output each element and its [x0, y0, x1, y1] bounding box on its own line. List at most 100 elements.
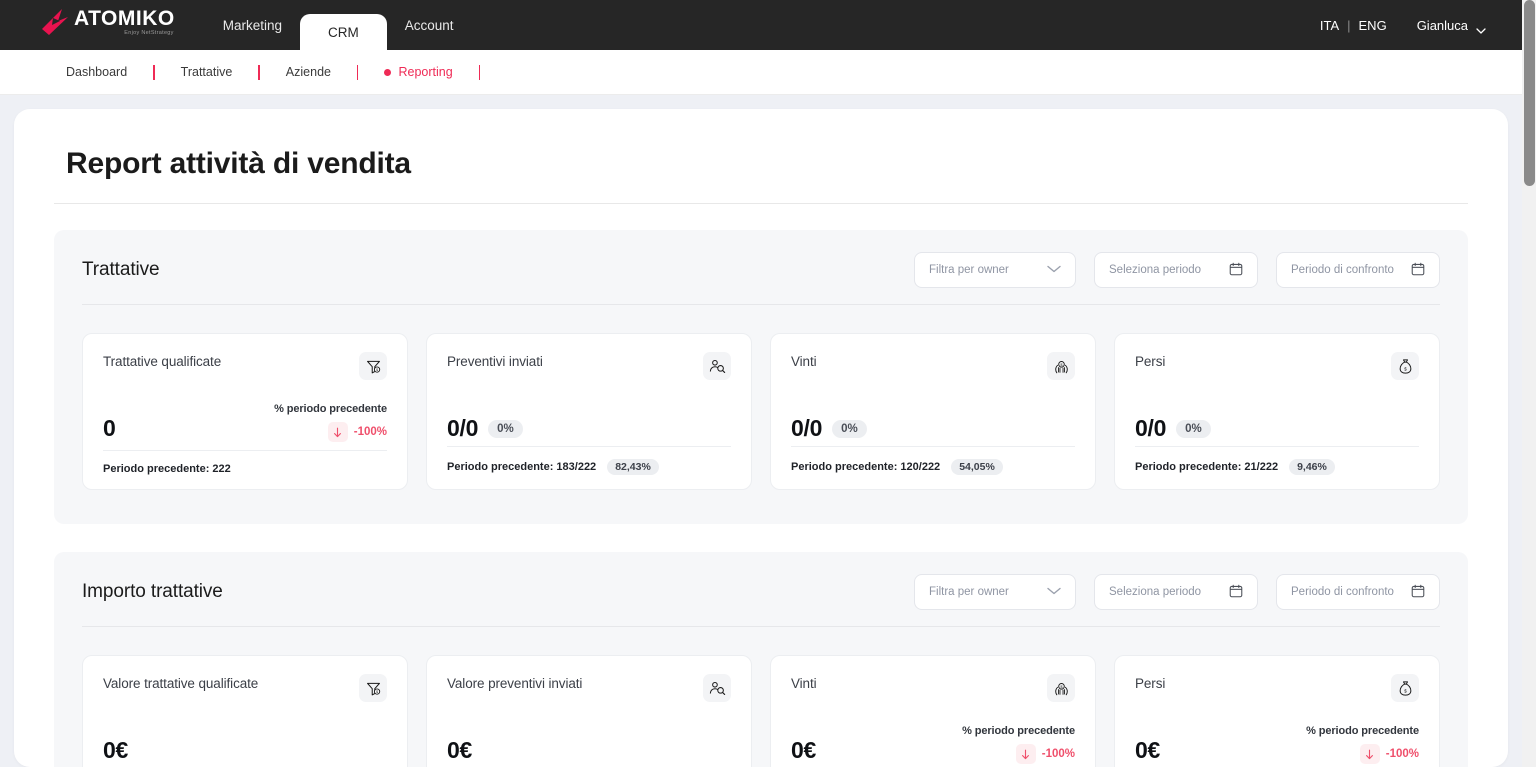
header-right-controls: ITA | ENG Gianluca: [1314, 0, 1486, 50]
kpi-value-row: 0/00%: [447, 415, 523, 442]
chevron-down-icon: [1047, 264, 1061, 276]
kpi-previous-period-pill: 9,46%: [1289, 459, 1335, 475]
kpi-previous-period-pill: 82,43%: [607, 459, 659, 475]
subnav-item-aziende[interactable]: Aziende: [260, 65, 357, 79]
hands-money-icon: $: [1047, 674, 1075, 702]
tab-marketing[interactable]: Marketing: [205, 0, 300, 50]
owner-filter-placeholder: Filtra per owner: [929, 586, 1009, 598]
calendar-icon: [1229, 262, 1243, 279]
kpi-card: Preventivi inviati0/00%Periodo precedent…: [426, 333, 752, 490]
chevron-down-icon: [1476, 22, 1486, 28]
brand-name: ATOMIKO: [74, 8, 175, 29]
kpi-value-row: 0/0 0%: [791, 415, 867, 442]
owner-filter-select[interactable]: Filtra per owner: [914, 252, 1076, 288]
kpi-card: Vinti$ 0€ % periodo precedente -100%: [770, 655, 1096, 767]
period-picker[interactable]: Seleziona periodo: [1094, 252, 1258, 288]
kpi-value: 0/0: [791, 415, 822, 442]
scrollbar-thumb[interactable]: [1524, 0, 1535, 186]
section-header: Importo trattativeFiltra per ownerSelezi…: [82, 574, 1440, 627]
svg-text:$: $: [1404, 688, 1407, 694]
language-ita[interactable]: ITA: [1314, 18, 1345, 33]
kpi-previous-period: Periodo precedente: 21/222: [1135, 461, 1278, 473]
top-navigation-bar: ATOMIKO Enjoy NetStrategy Marketing CRM …: [0, 0, 1522, 50]
kpi-card-label: Vinti: [791, 352, 817, 369]
subnav-label: Aziende: [286, 65, 331, 79]
kpi-delta-label: % periodo precedente: [962, 725, 1075, 737]
atomiko-arrow-icon: [40, 8, 70, 36]
language-separator: |: [1345, 18, 1352, 33]
kpi-delta-row: -100%: [962, 744, 1075, 764]
kpi-card-body: 0 % periodo precedente-100%: [103, 400, 387, 442]
kpi-value-row: 0€: [1135, 737, 1160, 764]
language-eng[interactable]: ENG: [1353, 18, 1393, 33]
kpi-value-row: 0: [103, 415, 116, 442]
subnav-item-dashboard[interactable]: Dashboard: [52, 65, 153, 79]
user-menu[interactable]: Gianluca: [1417, 18, 1486, 33]
funnel-money-icon: $: [359, 352, 387, 380]
kpi-card-header: Trattative qualificate $: [103, 352, 387, 380]
kpi-card-header: Valore preventivi inviati: [447, 674, 731, 702]
kpi-card-label: Valore preventivi inviati: [447, 674, 582, 691]
calendar-icon: [1411, 262, 1425, 279]
kpi-card-header: Valore trattative qualificate$: [103, 674, 387, 702]
brand-logo[interactable]: ATOMIKO Enjoy NetStrategy: [40, 0, 175, 50]
kpi-value: 0€: [791, 737, 816, 764]
compare-period-picker[interactable]: Periodo di confronto: [1276, 574, 1440, 610]
app-viewport: ATOMIKO Enjoy NetStrategy Marketing CRM …: [0, 0, 1536, 767]
kpi-card-label: Persi: [1135, 352, 1165, 369]
page-title: Report attività di vendita: [54, 135, 1468, 203]
compare-period-placeholder: Periodo di confronto: [1291, 586, 1394, 598]
kpi-card-label: Valore trattative qualificate: [103, 674, 258, 691]
subnav-item-trattative[interactable]: Trattative: [155, 65, 259, 79]
kpi-card-label: Persi: [1135, 674, 1165, 691]
subnav-label: Reporting: [398, 65, 452, 79]
kpi-value-pill: 0%: [488, 420, 523, 438]
page-background: Report attività di vendita TrattativeFil…: [0, 95, 1522, 767]
kpi-card-footer: Periodo precedente: 222: [103, 451, 387, 475]
kpi-card: Trattative qualificate $0 % periodo preced…: [82, 333, 408, 490]
owner-filter-select[interactable]: Filtra per owner: [914, 574, 1076, 610]
kpi-card-body: 0€: [103, 722, 387, 764]
kpi-card-body: 0/00%: [1135, 400, 1419, 442]
tab-crm[interactable]: CRM: [300, 14, 387, 50]
section-filters: Filtra per owner Seleziona periodo Periodo…: [914, 574, 1440, 610]
subnav-label: Trattative: [181, 65, 233, 79]
period-picker-placeholder: Seleziona periodo: [1109, 264, 1201, 276]
kpi-delta-block: % periodo precedente-100%: [274, 403, 387, 442]
kpi-card-body: 0/00%: [447, 400, 731, 442]
kpi-card: Valore trattative qualificate$ 0€: [82, 655, 408, 767]
main-tabs: Marketing CRM Account: [205, 0, 472, 50]
compare-period-picker[interactable]: Periodo di confronto: [1276, 252, 1440, 288]
svg-text:$: $: [1060, 683, 1063, 688]
kpi-card: Vinti$0/00%Periodo precedente: 120/22254…: [770, 333, 1096, 490]
kpi-previous-period: Periodo precedente: 222: [103, 463, 231, 475]
arrow-down-icon: [328, 422, 348, 442]
money-bag-icon: $: [1391, 674, 1419, 702]
kpi-delta-row: -100%: [1306, 744, 1419, 764]
kpi-card: Valore preventivi inviati 0€: [426, 655, 752, 767]
kpi-value-pill: 0%: [832, 420, 867, 438]
user-name: Gianluca: [1417, 18, 1468, 33]
kpi-value-row: 0€: [791, 737, 816, 764]
subnav-label: Dashboard: [66, 65, 127, 79]
kpi-card-header: Vinti$: [791, 674, 1075, 702]
kpi-delta-block: % periodo precedente -100%: [962, 725, 1075, 764]
arrow-down-icon: [1016, 744, 1036, 764]
title-divider: [54, 203, 1468, 204]
tab-account[interactable]: Account: [387, 0, 472, 50]
report-sections: TrattativeFiltra per ownerSeleziona peri…: [54, 230, 1468, 767]
kpi-card-header: Vinti $: [791, 352, 1075, 380]
page-scrollbar[interactable]: [1522, 0, 1536, 767]
kpi-card-grid: Trattative qualificate $0 % periodo preced…: [82, 333, 1440, 490]
hands-money-icon: $: [1047, 352, 1075, 380]
user-search-icon: [703, 674, 731, 702]
section-header: TrattativeFiltra per ownerSeleziona peri…: [82, 252, 1440, 305]
kpi-card-label: Trattative qualificate: [103, 352, 221, 369]
subnav-item-reporting[interactable]: Reporting: [358, 65, 478, 79]
kpi-card-body: 0€: [447, 722, 731, 764]
period-picker[interactable]: Seleziona periodo: [1094, 574, 1258, 610]
money-bag-icon: $: [1391, 352, 1419, 380]
kpi-delta-label: % periodo precedente: [274, 403, 387, 415]
user-search-icon: [703, 352, 731, 380]
kpi-card-label: Preventivi inviati: [447, 352, 543, 369]
